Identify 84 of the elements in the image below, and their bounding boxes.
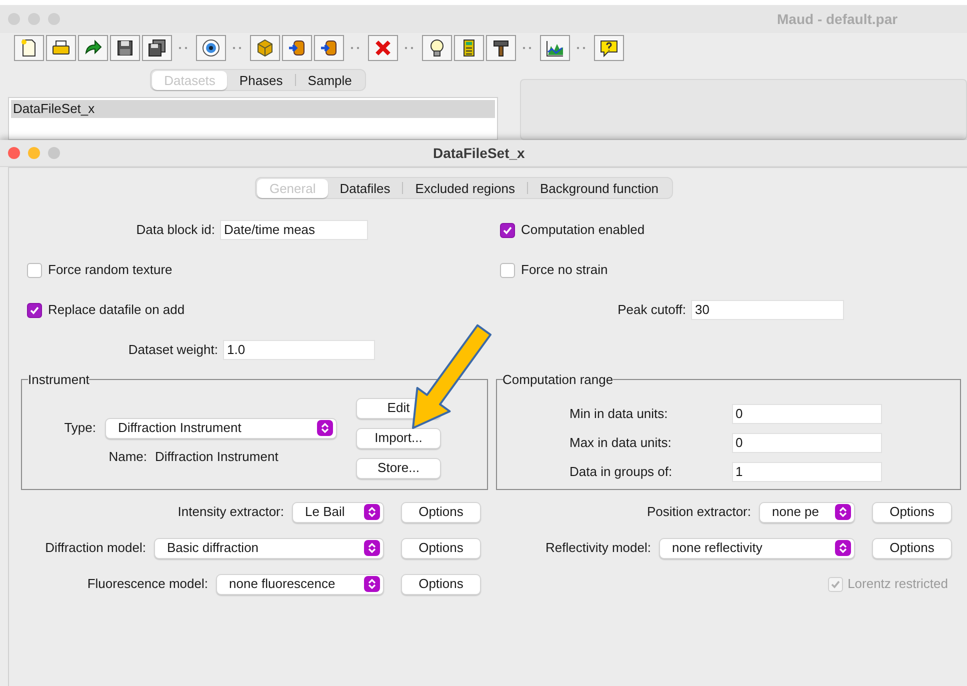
field-label: Peak cutoff: xyxy=(616,301,686,320)
dropdown[interactable]: Le Bail xyxy=(292,502,384,522)
toolbar-button[interactable] xyxy=(540,35,570,61)
text-field[interactable]: 0 xyxy=(732,433,882,453)
push-button[interactable]: Import... xyxy=(356,428,441,448)
cube-icon xyxy=(255,38,275,58)
stepper-icon xyxy=(835,540,851,556)
toolbar-button[interactable] xyxy=(78,35,108,61)
checkbox[interactable] xyxy=(27,302,42,318)
checkbox-label: Lorentz restricted xyxy=(848,575,948,594)
dropdown[interactable]: none pe xyxy=(759,502,855,522)
field-label: Diffraction model: xyxy=(45,539,146,558)
dropdown[interactable]: none fluorescence xyxy=(216,574,384,594)
toolbar-button[interactable] xyxy=(110,35,140,61)
dialog-tab[interactable]: Datafiles xyxy=(328,178,402,198)
toolbar-button[interactable] xyxy=(454,35,484,61)
stepper-icon xyxy=(364,504,380,520)
field-label: Max in data units: xyxy=(570,434,672,452)
toolbar-button[interactable] xyxy=(486,35,516,61)
cylinder-arrow-icon xyxy=(287,38,307,58)
push-button[interactable]: Options xyxy=(401,574,481,594)
list-item[interactable]: DataFileSet_x xyxy=(11,100,495,118)
toolbar-button[interactable] xyxy=(14,35,44,61)
dropdown[interactable]: Basic diffraction xyxy=(154,538,384,558)
main-tab[interactable]: Phases xyxy=(227,70,295,90)
toolbar-button[interactable] xyxy=(250,35,280,61)
check-icon xyxy=(502,224,513,236)
field-label: Fluorescence model: xyxy=(87,575,208,594)
toolbar-button[interactable] xyxy=(314,35,344,61)
checkbox-label: Replace datafile on add xyxy=(48,301,185,320)
instrument-name: Diffraction Instrument xyxy=(155,448,278,466)
check-icon xyxy=(830,578,841,590)
toolbar-button[interactable] xyxy=(196,35,226,61)
field-label: Min in data units: xyxy=(570,405,669,424)
text-field[interactable]: Date/time meas xyxy=(220,220,368,240)
text-field[interactable]: 1 xyxy=(732,462,882,482)
checkbox-label: Force no strain xyxy=(521,261,608,280)
cross-icon xyxy=(373,38,393,58)
check-icon xyxy=(29,304,40,316)
dropdown[interactable]: none reflectivity xyxy=(659,538,855,558)
checkbox[interactable] xyxy=(500,222,515,238)
chart-icon xyxy=(545,38,565,58)
help-icon xyxy=(599,38,619,58)
push-button[interactable]: Options xyxy=(401,538,481,558)
floppy-disks-icon xyxy=(147,38,167,58)
checkbox-label: Force random texture xyxy=(48,261,172,280)
toolbar-button[interactable] xyxy=(594,35,624,61)
push-button[interactable]: Options xyxy=(401,502,481,522)
text-field[interactable]: 0 xyxy=(732,404,882,424)
field-label: Name: xyxy=(108,448,147,466)
push-button[interactable]: Store... xyxy=(356,458,441,478)
stepper-icon xyxy=(835,504,851,520)
toolbar-button[interactable] xyxy=(142,35,172,61)
stepper-icon xyxy=(317,420,333,436)
checkbox[interactable] xyxy=(500,262,515,278)
stepper-icon xyxy=(364,576,380,592)
text-field[interactable]: 1.0 xyxy=(223,340,375,360)
field-label: Data in groups of: xyxy=(570,463,674,482)
group-title: Computation range xyxy=(502,371,614,389)
dialog-tab[interactable]: Excluded regions xyxy=(403,178,528,198)
stepper-icon xyxy=(364,540,380,556)
window-title: Maud - default.par xyxy=(777,10,898,29)
cylinder-arrow-icon xyxy=(319,38,339,58)
toolbar-button[interactable] xyxy=(46,35,76,61)
main-tab[interactable]: Sample xyxy=(296,70,364,90)
target-icon xyxy=(201,38,221,58)
field-label: Reflectivity model: xyxy=(546,539,651,558)
push-button[interactable]: Options xyxy=(872,502,952,522)
hammer-icon xyxy=(491,38,511,58)
field-label: Position extractor: xyxy=(646,503,751,522)
dialog-tab[interactable]: Background function xyxy=(528,178,671,198)
toolbar-button[interactable] xyxy=(282,35,312,61)
checkbox-label: Computation enabled xyxy=(521,221,645,240)
checkbox[interactable] xyxy=(27,262,42,278)
window-title: DataFileSet_x xyxy=(433,144,525,162)
field-label: Intensity extractor: xyxy=(178,503,284,522)
push-button[interactable]: Options xyxy=(872,538,952,558)
field-label: Data block id: xyxy=(135,221,215,240)
dropdown[interactable]: Diffraction Instrument xyxy=(105,418,337,438)
toolbar-button[interactable] xyxy=(422,35,452,61)
field-label: Dataset weight: xyxy=(127,341,218,360)
group-title: Instrument xyxy=(28,371,90,389)
text-field[interactable]: 30 xyxy=(691,300,844,320)
field-label: Type: xyxy=(63,419,96,438)
